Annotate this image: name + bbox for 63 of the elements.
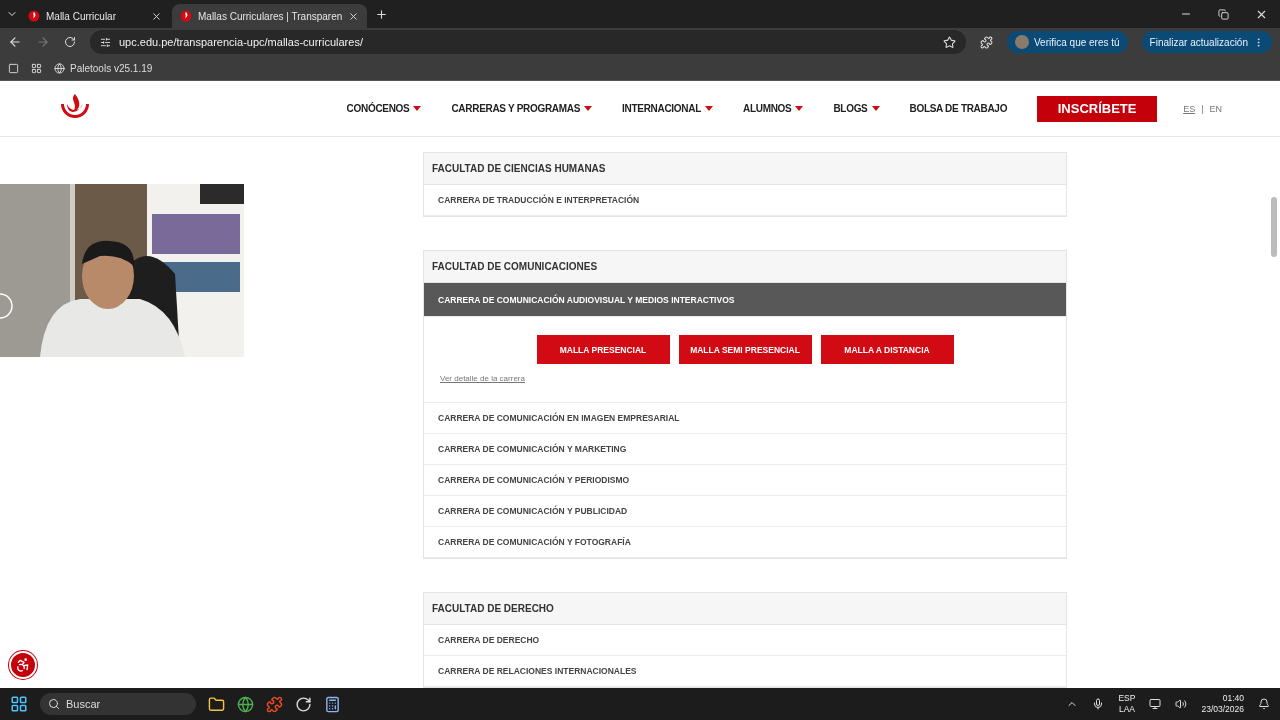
nav-link[interactable]: ALUMNOS — [743, 103, 804, 114]
globe-icon — [54, 62, 65, 74]
back-icon[interactable] — [8, 35, 22, 49]
close-icon[interactable] — [151, 10, 162, 22]
search-icon — [48, 698, 60, 710]
bell-icon[interactable] — [1258, 698, 1270, 710]
nav-link[interactable]: BLOGS — [833, 103, 880, 114]
curriculum-button[interactable]: MALLA SEMI PRESENCIAL — [678, 335, 812, 364]
nav-link[interactable]: CONÓCENOS — [346, 103, 422, 114]
url-text: upc.edu.pe/transparencia-upc/mallas-curriculares/ — [119, 36, 364, 48]
close-icon[interactable] — [348, 10, 360, 22]
nav-link[interactable]: BOLSA DE TRABAJO — [909, 103, 1008, 114]
reload-icon[interactable] — [64, 36, 76, 48]
browser-tab[interactable]: Malla Curricular — [20, 4, 170, 28]
career-item[interactable]: CARRERA DE COMUNICACIÓN AUDIOVISUAL Y MEDIOS INTERACTIVOS — [424, 283, 1066, 317]
restore-icon[interactable] — [1218, 7, 1229, 21]
star-icon[interactable] — [943, 35, 956, 49]
folder-icon[interactable] — [208, 695, 225, 713]
avatar-icon — [1015, 35, 1029, 49]
caret-icon — [584, 106, 593, 111]
faculty-title[interactable]: FACULTAD DE COMUNICACIONES — [424, 251, 1066, 283]
bookmark[interactable]: Paletools v25.1.19 — [54, 62, 153, 74]
tab-title: Malla Curricular — [46, 10, 117, 22]
language-link[interactable]: ES — [1183, 103, 1196, 114]
flame-icon — [28, 10, 40, 22]
extension-icon[interactable] — [980, 35, 993, 49]
flame-icon — [180, 10, 192, 22]
faculty-title[interactable]: FACULTAD DE DERECHO — [424, 593, 1066, 625]
curriculum-button[interactable]: MALLA A DISTANCIA — [820, 335, 954, 364]
input-language[interactable]: ESP LAA — [1118, 693, 1136, 715]
profile-button[interactable]: Verifica que eres tú — [1007, 31, 1128, 53]
caret-icon — [705, 106, 713, 111]
monitor-icon[interactable] — [1149, 698, 1162, 710]
taskbar-search-field[interactable]: Buscar — [40, 693, 196, 715]
browser-tab[interactable]: Mallas Curriculares | Transparen — [172, 4, 368, 28]
browser-icon[interactable] — [237, 695, 254, 713]
tab-title: Mallas Curriculares | Transparen — [198, 10, 343, 22]
calculator-icon[interactable] — [324, 695, 341, 713]
language-link[interactable]: EN — [1209, 103, 1222, 114]
signup-button[interactable]: INSCRÍBETE — [1037, 95, 1158, 122]
square-icon[interactable] — [8, 62, 19, 74]
site-settings-icon[interactable] — [100, 36, 111, 48]
address-bar[interactable]: upc.edu.pe/transparencia-upc/mallas-curriculares/ — [90, 30, 966, 54]
apps-icon[interactable] — [31, 62, 42, 74]
microphone-icon[interactable] — [1092, 698, 1105, 710]
separator: | — [1201, 103, 1204, 114]
detail-link[interactable]: Ver detalle de la carrera — [440, 374, 525, 383]
accessibility-icon — [15, 657, 31, 673]
caret-icon — [795, 106, 804, 111]
caret-icon — [413, 106, 422, 111]
curriculum-button[interactable]: MALLA PRESENCIAL — [536, 335, 670, 364]
faculty-title[interactable]: FACULTAD DE CIENCIAS HUMANAS — [424, 153, 1066, 185]
caret-icon — [871, 106, 880, 111]
update-button[interactable]: Finalizar actualización — [1141, 31, 1272, 53]
speaker-icon[interactable] — [1175, 698, 1188, 710]
accessibility-button[interactable] — [9, 651, 37, 679]
nav-link[interactable]: CARRERAS Y PROGRAMAS — [451, 103, 593, 114]
new-tab-icon[interactable] — [375, 7, 389, 21]
scrollbar-thumb[interactable] — [1271, 197, 1277, 257]
nav-link[interactable]: INTERNACIONAL — [622, 103, 713, 114]
clock[interactable]: 01:40 23/03/2026 — [1201, 693, 1244, 715]
windows-start-icon[interactable] — [10, 695, 28, 713]
forward-icon[interactable] — [36, 35, 50, 49]
